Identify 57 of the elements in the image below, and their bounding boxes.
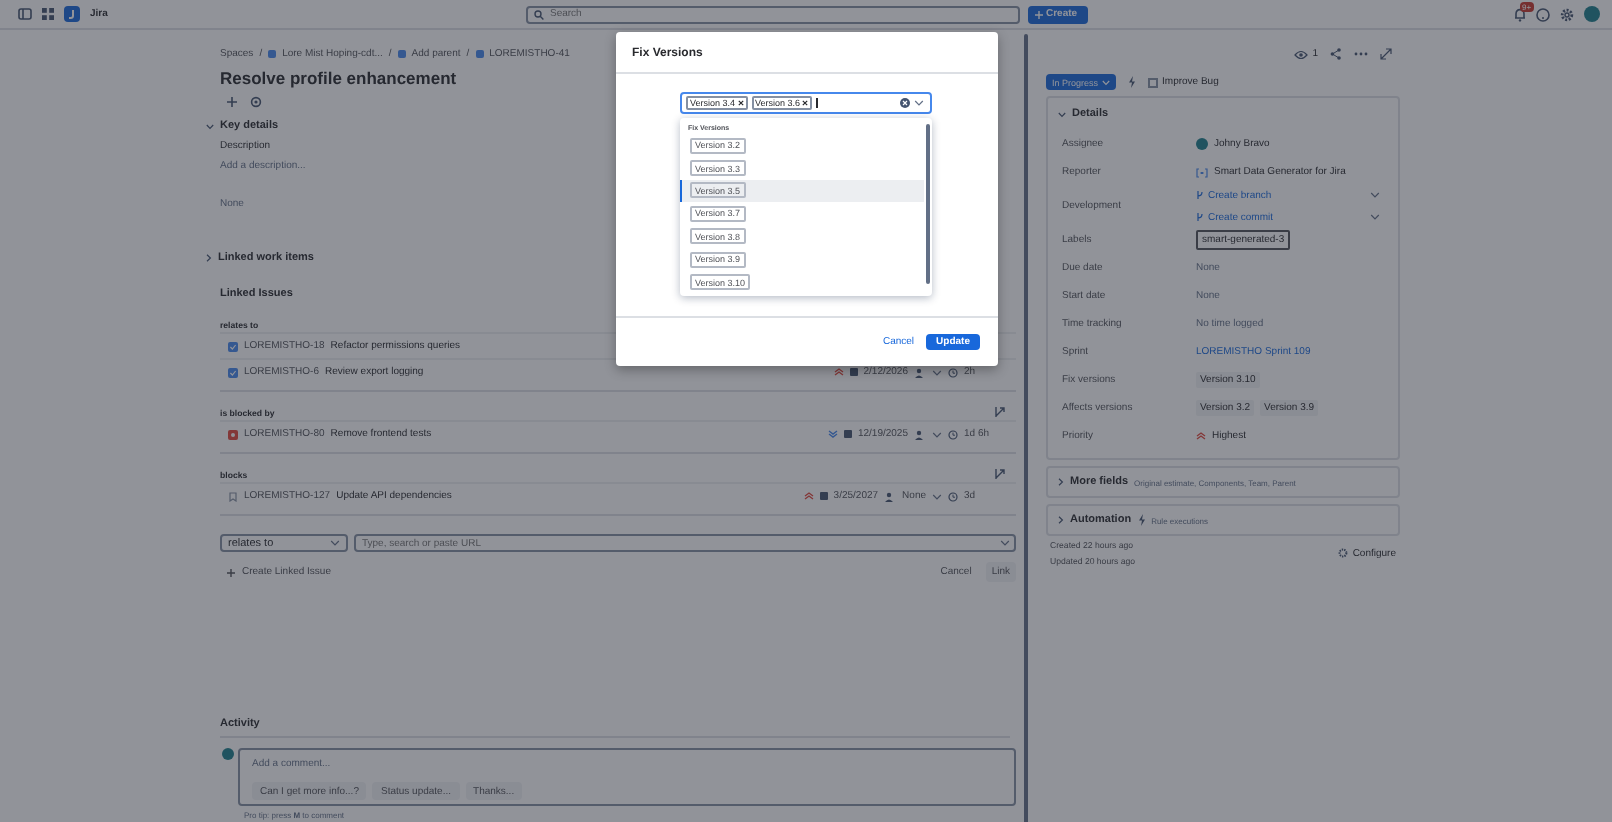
caret-icon[interactable] [1000,540,1010,546]
app-switcher-icon[interactable] [42,8,54,20]
clear-icon[interactable] [900,98,910,108]
eye-icon[interactable] [1294,49,1309,59]
caret-icon[interactable] [1370,192,1380,198]
plus-icon [226,567,236,577]
settings-icon[interactable] [1560,7,1574,21]
bell-icon[interactable] [1514,7,1526,21]
unlink-icon[interactable] [994,406,1006,418]
breadcrumb-icon [268,50,277,58]
caret-icon[interactable] [914,100,924,106]
remove-icon[interactable] [737,100,744,106]
caret-icon [1102,79,1111,85]
remove-icon[interactable] [802,100,809,106]
expand-icon[interactable] [1380,48,1392,60]
calendar-icon [849,368,858,376]
branch-icon [1196,212,1204,222]
user-avatar [1196,138,1208,150]
user-avatar[interactable] [1584,6,1600,22]
add-icon[interactable] [226,95,238,107]
sidebar-toggle-icon[interactable] [18,8,32,20]
caret-icon[interactable] [1370,214,1380,220]
caret-icon[interactable] [932,493,942,499]
issue-title: Resolve profile enhancement [220,68,459,88]
app-icon [1196,167,1208,177]
collapse-icon[interactable] [206,123,214,129]
assignee-icon[interactable] [914,429,926,439]
expand-icon [1058,516,1064,524]
collapse-icon[interactable] [1058,111,1066,117]
branch-icon [1196,190,1204,200]
calendar-icon [819,492,828,500]
user-avatar [222,748,234,760]
breadcrumb-icon [397,50,406,58]
lightning-icon [1137,514,1146,526]
help-icon[interactable] [1536,7,1550,21]
caret-icon[interactable] [932,369,942,375]
assignee-icon[interactable] [884,491,897,501]
expand-icon[interactable] [206,254,212,262]
clock-icon [948,429,958,439]
caret-icon [330,540,340,546]
logo-icon[interactable] [64,6,80,22]
scroll-bar[interactable] [1024,34,1028,822]
apps-icon[interactable] [250,95,262,107]
calendar-icon [843,430,852,438]
unlink-icon[interactable] [994,468,1006,480]
clock-icon [948,367,958,377]
assignee-icon[interactable] [914,367,926,377]
gear-icon [1338,548,1349,558]
lightning-icon[interactable] [1128,76,1137,88]
scroll-bar[interactable] [926,124,930,284]
priority-icon [1196,432,1206,440]
plus-icon [1034,9,1044,19]
clock-icon [948,491,958,501]
caret-icon[interactable] [932,431,942,437]
share-icon[interactable] [1330,48,1342,60]
expand-icon [1058,478,1064,486]
breadcrumb-icon [475,50,484,58]
